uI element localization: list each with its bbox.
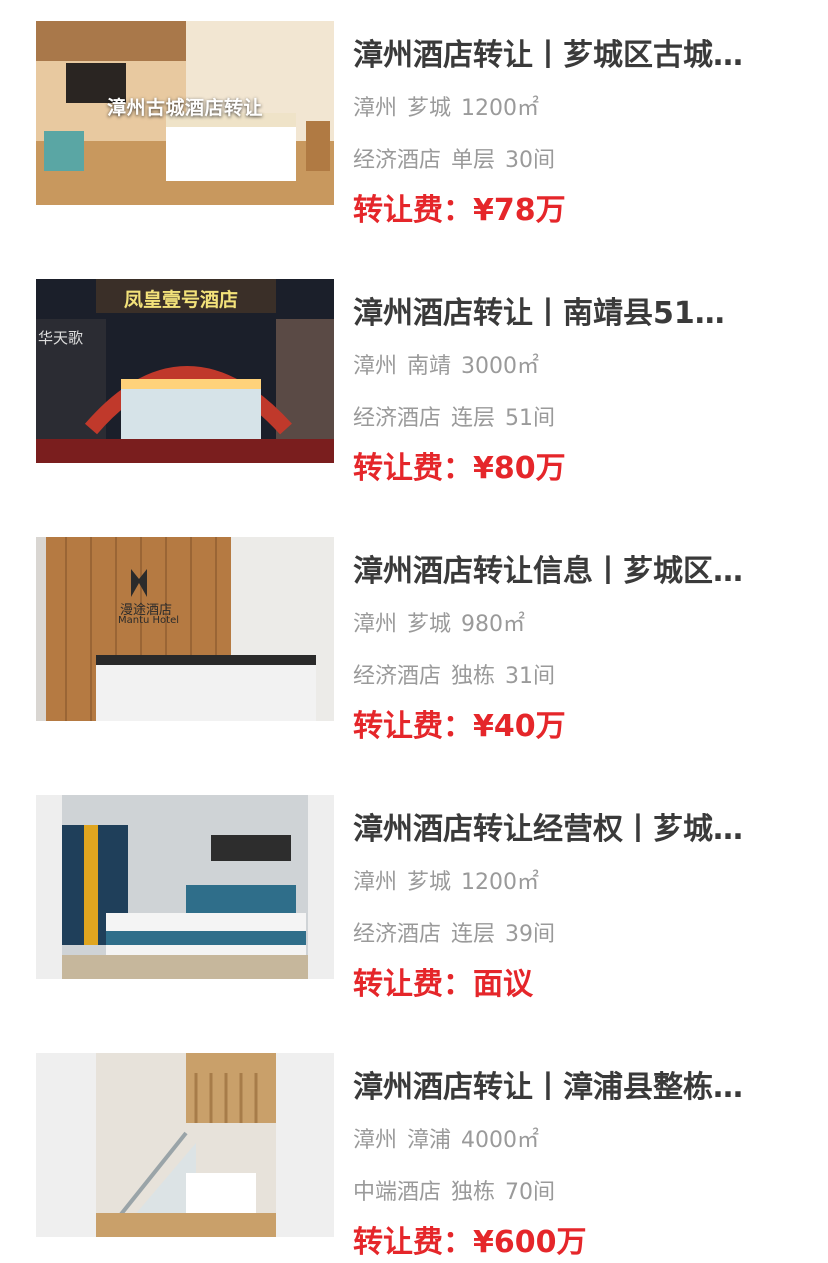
- fee-label: 转让费：: [353, 709, 473, 744]
- fee-value: 面议: [473, 967, 533, 1002]
- listing-location: 漳州 南靖 3000㎡: [353, 353, 539, 381]
- floor-type: 连层: [451, 922, 496, 947]
- listing-thumbnail[interactable]: 漳州古城酒店转让: [36, 21, 334, 205]
- fee-label: 转让费：: [353, 193, 473, 228]
- listing-thumbnail[interactable]: [36, 795, 334, 979]
- city: 漳州: [353, 870, 398, 895]
- hotel-bedroom-photo: [36, 795, 334, 979]
- fee-label: 转让费：: [353, 451, 473, 486]
- room-count: 30间: [505, 148, 556, 173]
- room-count: 51间: [505, 406, 556, 431]
- floor-type: 连层: [451, 406, 496, 431]
- fee-label: 转让费：: [353, 1225, 473, 1260]
- listing-specs: 经济酒店 独栋 31间: [353, 663, 555, 691]
- listing-title[interactable]: 漳州酒店转让丨漳浦县整栋…: [353, 1069, 798, 1107]
- city: 漳州: [353, 96, 398, 121]
- listing-title[interactable]: 漳州酒店转让经营权丨芗城…: [353, 811, 798, 849]
- area: 1200㎡: [461, 96, 540, 121]
- district: 芗城: [407, 870, 452, 895]
- area: 1200㎡: [461, 870, 540, 895]
- hotel-listing-list: 漳州古城酒店转让 漳州酒店转让丨芗城区古城… 漳州 芗城 1200㎡ 经济酒店 单层 3…: [0, 0, 828, 1260]
- transfer-fee: 转让费：¥40万: [353, 707, 566, 747]
- fee-value: ¥40万: [473, 709, 566, 744]
- district: 芗城: [407, 96, 452, 121]
- transfer-fee: 转让费：¥80万: [353, 449, 566, 489]
- city: 漳州: [353, 612, 398, 637]
- listing-location: 漳州 芗城 1200㎡: [353, 95, 539, 123]
- lobby-sign-en: Mantu Hotel: [118, 615, 180, 626]
- district: 漳浦: [407, 1128, 452, 1153]
- listing-card[interactable]: 漳州酒店转让丨漳浦县整栋… 漳州 漳浦 4000㎡ 中端酒店 独栋 70间 转让费：¥6…: [0, 1053, 828, 1260]
- listing-card[interactable]: 凤皇壹号酒店 华天歌 漳州酒店转让丨南靖县51… 漳州 南靖 3000㎡ 经济酒店连…: [0, 279, 828, 486]
- hotel-lobby-photo: [36, 537, 334, 721]
- listing-specs: 经济酒店 单层 30间: [353, 147, 555, 175]
- listing-location: 漳州 芗城 1200㎡: [353, 869, 539, 897]
- listing-thumbnail[interactable]: 凤皇壹号酒店 华天歌: [36, 279, 334, 463]
- city: 漳州: [353, 1128, 398, 1153]
- floor-type: 单层: [451, 148, 496, 173]
- floor-type: 独栋: [451, 1180, 496, 1205]
- listing-card[interactable]: 漫途酒店 Mantu Hotel 漳州酒店转让信息丨芗城区… 漳州 芗城 980㎡ …: [0, 537, 828, 744]
- side-sign: 华天歌: [38, 329, 84, 347]
- transfer-fee: 转让费：¥78万: [353, 191, 566, 231]
- fee-value: ¥600万: [473, 1225, 587, 1260]
- hotel-type: 经济酒店: [353, 922, 442, 947]
- area: 4000㎡: [461, 1128, 540, 1153]
- floor-type: 独栋: [451, 664, 496, 689]
- room-count: 70间: [505, 1180, 556, 1205]
- listing-location: 漳州 芗城 980㎡: [353, 611, 525, 639]
- listing-card[interactable]: 漳州酒店转让经营权丨芗城… 漳州 芗城 1200㎡ 经济酒店 连层 39间 转让费：面议: [0, 795, 828, 1002]
- area: 3000㎡: [461, 354, 540, 379]
- room-count: 39间: [505, 922, 556, 947]
- district: 南靖: [407, 354, 452, 379]
- hotel-type: 经济酒店: [353, 664, 442, 689]
- fee-value: ¥80万: [473, 451, 566, 486]
- listing-specs: 中端酒店 独栋 70间: [353, 1179, 555, 1207]
- city: 漳州: [353, 354, 398, 379]
- listing-title[interactable]: 漳州酒店转让丨南靖县51…: [353, 295, 798, 333]
- storefront-sign: 凤皇壹号酒店: [124, 289, 239, 311]
- image-caption: 漳州古城酒店转让: [106, 97, 263, 119]
- listing-card[interactable]: 漳州古城酒店转让 漳州酒店转让丨芗城区古城… 漳州 芗城 1200㎡ 经济酒店 单层 3…: [0, 21, 828, 228]
- fee-label: 转让费：: [353, 967, 473, 1002]
- transfer-fee: 转让费：面议: [353, 965, 533, 1005]
- listing-specs: 经济酒店 连层 39间: [353, 921, 555, 949]
- listing-location: 漳州 漳浦 4000㎡: [353, 1127, 539, 1155]
- room-count: 31间: [505, 664, 556, 689]
- area: 980㎡: [461, 612, 526, 637]
- hotel-loft-photo: [36, 1053, 334, 1237]
- fee-value: ¥78万: [473, 193, 566, 228]
- hotel-type: 经济酒店: [353, 406, 442, 431]
- listing-title[interactable]: 漳州酒店转让信息丨芗城区…: [353, 553, 798, 591]
- district: 芗城: [407, 612, 452, 637]
- hotel-type: 经济酒店: [353, 148, 442, 173]
- listing-title[interactable]: 漳州酒店转让丨芗城区古城…: [353, 37, 798, 75]
- listing-thumbnail[interactable]: 漫途酒店 Mantu Hotel: [36, 537, 334, 721]
- transfer-fee: 转让费：¥600万: [353, 1223, 587, 1263]
- hotel-type: 中端酒店: [353, 1180, 442, 1205]
- listing-specs: 经济酒店 连层 51间: [353, 405, 555, 433]
- listing-thumbnail[interactable]: [36, 1053, 334, 1237]
